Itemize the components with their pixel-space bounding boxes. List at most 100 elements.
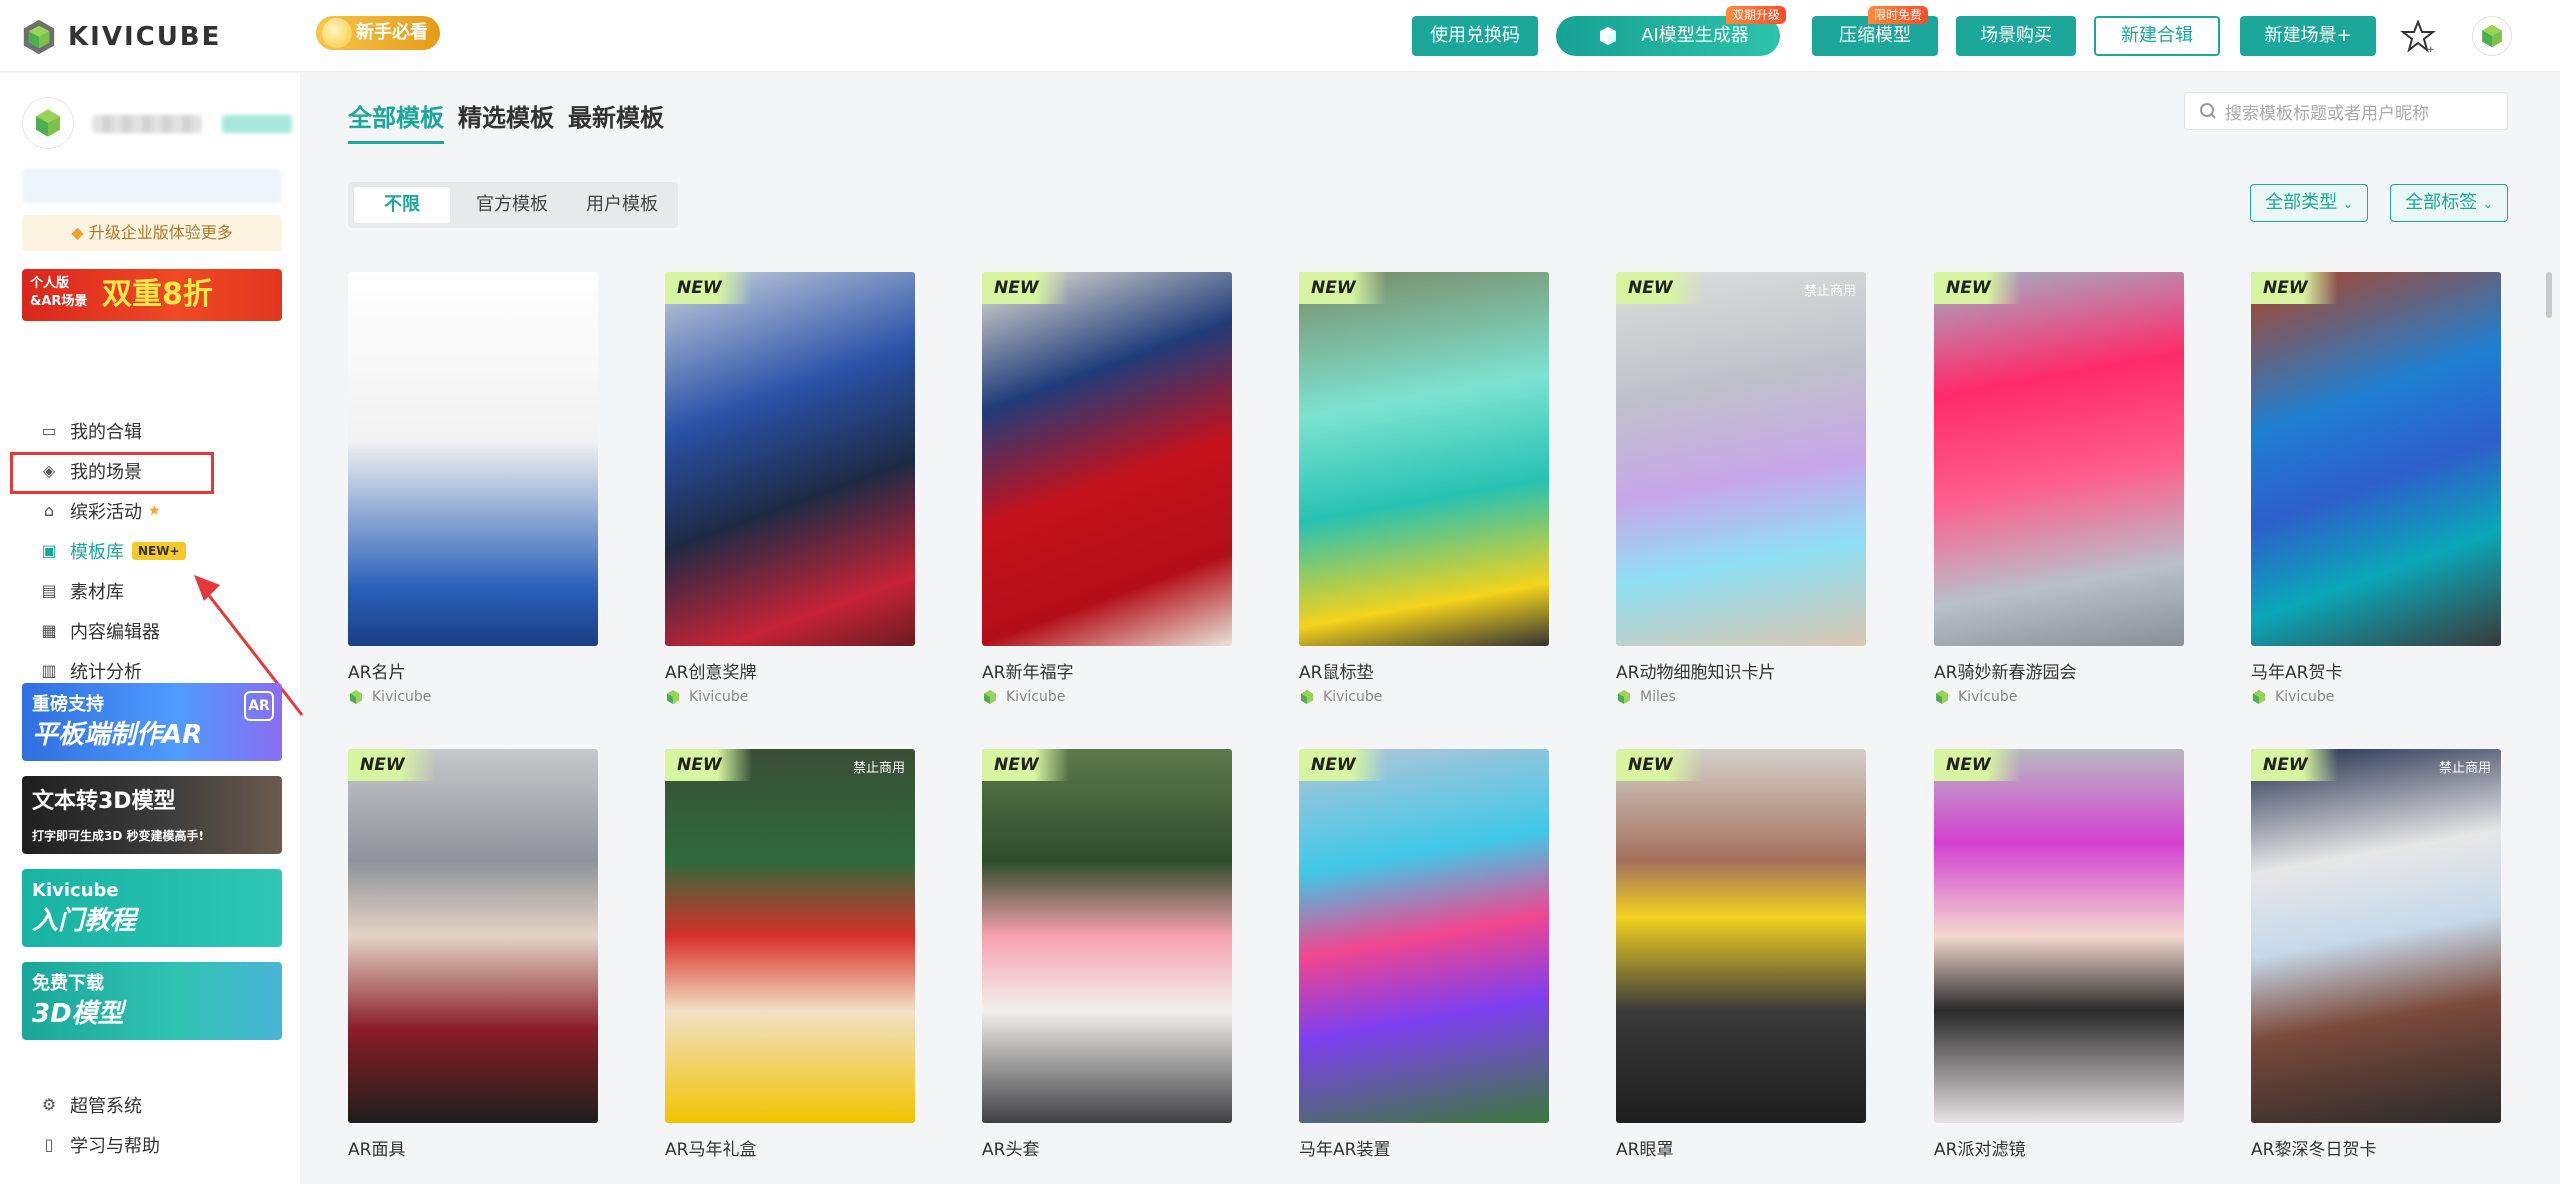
template-thumbnail[interactable]: NEW xyxy=(1934,749,2184,1123)
template-thumbnail[interactable]: NEW xyxy=(1934,272,2184,646)
template-card[interactable]: NEW AR创意奖牌 Kivicube xyxy=(665,272,915,705)
promo-banner[interactable]: 个人版 &AR场景 双重8折 xyxy=(22,269,282,321)
template-title: AR名片 xyxy=(348,663,406,683)
template-thumbnail[interactable]: NEW xyxy=(982,749,1232,1123)
sidebar-banner-2[interactable]: Kivicube 入门教程 xyxy=(22,869,282,947)
template-card[interactable]: NEW AR骑妙新春游园会 Kivicube xyxy=(1934,272,2184,705)
no-commercial-label: 禁止商用 xyxy=(2438,761,2491,776)
chart-icon: ▥ xyxy=(41,661,57,680)
upgrade-enterprise-button[interactable]: ◆ 升级企业版体验更多 xyxy=(22,215,282,251)
author-avatar-icon xyxy=(348,689,364,705)
blurred-badge xyxy=(222,115,292,133)
template-thumbnail[interactable]: NEW xyxy=(665,272,915,646)
template-thumbnail[interactable]: NEW xyxy=(2251,272,2501,646)
user-avatar[interactable] xyxy=(2472,16,2512,56)
sidebar-banner-3[interactable]: 免费下载 3D模型 xyxy=(22,962,282,1040)
template-card[interactable]: NEW 禁止商用 AR黎深冬日贺卡 xyxy=(2251,749,2501,1160)
sidebar-footer-item-0[interactable]: ⚙ 超管系统 xyxy=(22,1087,282,1123)
compress-badge: 限时免费 xyxy=(1867,6,1928,24)
template-title: AR面具 xyxy=(348,1140,406,1160)
tab-all-templates[interactable]: 全部模板 xyxy=(348,98,444,144)
segment-user[interactable]: 用户模板 xyxy=(570,187,674,223)
new-scene-button[interactable]: 新建场景+ xyxy=(2240,16,2376,56)
template-card[interactable]: NEW AR眼罩 xyxy=(1616,749,1866,1160)
sidebar-item-3[interactable]: ▣ 模板库 NEW+ xyxy=(22,533,282,569)
tab-latest-templates[interactable]: 最新模板 xyxy=(568,98,664,133)
segment-official[interactable]: 官方模板 xyxy=(460,187,564,223)
sidebar-banner-1[interactable]: 文本转3D模型 打字即可生成3D 秒变建模高手! xyxy=(22,776,282,854)
banner-line1: Kivicube xyxy=(32,880,119,901)
template-card[interactable]: NEW AR新年福字 Kivicube xyxy=(982,272,1232,705)
template-title: AR派对滤镜 xyxy=(1934,1140,2026,1160)
new-badge: NEW xyxy=(665,749,752,781)
tab-featured-templates[interactable]: 精选模板 xyxy=(458,98,554,133)
sidebar-footer-item-1[interactable]: ▯ 学习与帮助 xyxy=(22,1127,282,1163)
template-thumbnail[interactable]: NEW 禁止商用 xyxy=(1616,272,1866,646)
image-icon: ▣ xyxy=(41,541,57,560)
template-thumbnail[interactable]: NEW 禁止商用 xyxy=(665,749,915,1123)
star-icon[interactable]: + xyxy=(2400,18,2436,54)
filter-tag-dropdown[interactable]: 全部标签 ⌄ xyxy=(2390,184,2508,222)
compress-model-button[interactable]: 压缩模型 限时免费 xyxy=(1812,6,1938,56)
banner-line2: 平板端制作AR xyxy=(32,720,203,750)
template-card[interactable]: NEW 马年AR装置 xyxy=(1299,749,1549,1160)
svg-text:+: + xyxy=(2427,45,2435,54)
author-name: Kivicube xyxy=(1323,689,1383,705)
newbie-guide-button[interactable]: 新手必看 xyxy=(316,16,440,50)
template-title: 马年AR贺卡 xyxy=(2251,663,2343,683)
author-avatar-icon xyxy=(665,689,681,705)
template-card[interactable]: NEW AR鼠标垫 Kivicube xyxy=(1299,272,1549,705)
template-card[interactable]: NEW 马年AR贺卡 Kivicube xyxy=(2251,272,2501,705)
author-name: Kivicube xyxy=(689,689,749,705)
sidebar-avatar[interactable] xyxy=(22,97,74,149)
scrollbar[interactable] xyxy=(2546,272,2552,318)
template-author: Miles xyxy=(1616,689,1866,705)
author-name: Kivicube xyxy=(2275,689,2335,705)
template-card[interactable]: NEW AR面具 xyxy=(348,749,598,1160)
author-name: Kivicube xyxy=(372,689,432,705)
sidebar-item-label: 素材库 xyxy=(70,582,124,603)
filter-type-label: 全部类型 xyxy=(2265,192,2338,213)
kivicube-logo-icon xyxy=(23,19,55,55)
template-title: AR创意奖牌 xyxy=(665,663,757,683)
template-thumbnail[interactable]: NEW xyxy=(1299,272,1549,646)
ai-model-generator-button[interactable]: AI模型生成器 双期升级 xyxy=(1556,6,1786,56)
template-thumbnail[interactable]: NEW xyxy=(1299,749,1549,1123)
no-commercial-label: 禁止商用 xyxy=(1803,284,1856,299)
new-badge: NEW xyxy=(2251,749,2338,781)
template-card[interactable]: AR名片 Kivicube xyxy=(348,272,598,705)
new-collection-button[interactable]: 新建合辑 xyxy=(2094,16,2220,56)
user-avatar-icon xyxy=(2482,24,2502,48)
banner-line2: 打字即可生成3D 秒变建模高手! xyxy=(32,829,204,843)
sidebar-item-2[interactable]: ⌂ 缤彩活动 ★ xyxy=(22,493,282,529)
template-thumbnail[interactable]: NEW xyxy=(348,749,598,1123)
author-name: Kivicube xyxy=(1958,689,2018,705)
template-search-input[interactable]: 搜索模板标题或者用户昵称 xyxy=(2184,92,2508,130)
template-card[interactable]: NEW 禁止商用 AR动物细胞知识卡片 Miles xyxy=(1616,272,1866,705)
template-author: Kivicube xyxy=(665,689,915,705)
compress-label: 压缩模型 xyxy=(1839,25,1911,46)
footer-item-label: 学习与帮助 xyxy=(70,1136,160,1157)
sidebar-item-0[interactable]: ▭ 我的合辑 xyxy=(22,413,282,449)
template-title: 马年AR装置 xyxy=(1299,1140,1391,1160)
template-thumbnail[interactable]: NEW xyxy=(982,272,1232,646)
no-commercial-label: 禁止商用 xyxy=(852,761,905,776)
template-card[interactable]: NEW AR头套 xyxy=(982,749,1232,1160)
sidebar-banner-0[interactable]: 重磅支持 平板端制作AR AR xyxy=(22,683,282,761)
new-badge: NEW xyxy=(1616,272,1703,304)
new-badge: NEW xyxy=(1299,272,1386,304)
scene-buy-button[interactable]: 场景购买 xyxy=(1956,16,2076,56)
filter-type-dropdown[interactable]: 全部类型 ⌄ xyxy=(2250,184,2368,222)
template-thumbnail[interactable]: NEW 禁止商用 xyxy=(2251,749,2501,1123)
segment-all[interactable]: 不限 xyxy=(354,187,450,223)
template-card[interactable]: NEW 禁止商用 AR马年礼盒 xyxy=(665,749,915,1160)
template-thumbnail[interactable] xyxy=(348,272,598,646)
redeem-code-button[interactable]: 使用兑换码 xyxy=(1412,16,1538,56)
banner-line1: 重磅支持 xyxy=(32,694,104,715)
logo[interactable]: KIVICUBE xyxy=(20,18,221,56)
sparkle-icon: ★ xyxy=(148,503,161,519)
template-card[interactable]: NEW AR派对滤镜 xyxy=(1934,749,2184,1160)
template-title: AR动物细胞知识卡片 xyxy=(1616,663,1776,683)
template-thumbnail[interactable]: NEW xyxy=(1616,749,1866,1123)
new-badge: NEW xyxy=(348,749,435,781)
